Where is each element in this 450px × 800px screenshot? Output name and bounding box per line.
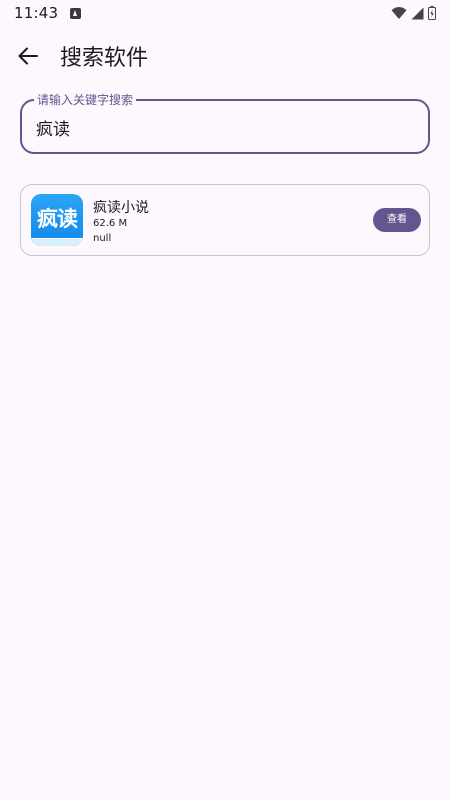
signal-icon [411, 7, 424, 19]
app-bar: 搜索软件 [0, 28, 450, 84]
view-button[interactable]: 查看 [373, 208, 421, 232]
app-icon-text: 疯读 [37, 207, 78, 231]
status-bar: 11:43 [0, 0, 450, 26]
app-description: null [93, 233, 112, 244]
search-input[interactable] [36, 114, 416, 140]
search-label: 请输入关键字搜索 [34, 92, 137, 108]
app-icon-page-decoration [31, 238, 83, 246]
app-size: 62.6 M [93, 218, 128, 229]
app-icon: 疯读 [31, 194, 83, 246]
arrow-left-icon [18, 47, 38, 65]
wifi-icon [391, 7, 407, 19]
status-right [391, 6, 436, 20]
result-card[interactable]: 疯读 疯读小说 62.6 M null 查看 [20, 184, 430, 256]
status-time: 11:43 [14, 4, 59, 22]
notification-icon [70, 7, 82, 19]
screen: 11:43 搜索软件 请输入关键字搜索 疯读 疯读 疯读小说 62.6 M nu… [0, 0, 450, 800]
search-field[interactable]: 请输入关键字搜索 [20, 92, 430, 154]
app-name: 疯读小说 [93, 200, 149, 216]
page-title: 搜索软件 [60, 46, 149, 71]
back-button[interactable] [4, 32, 52, 80]
status-left: 11:43 [14, 4, 82, 22]
battery-charging-icon [428, 6, 436, 20]
